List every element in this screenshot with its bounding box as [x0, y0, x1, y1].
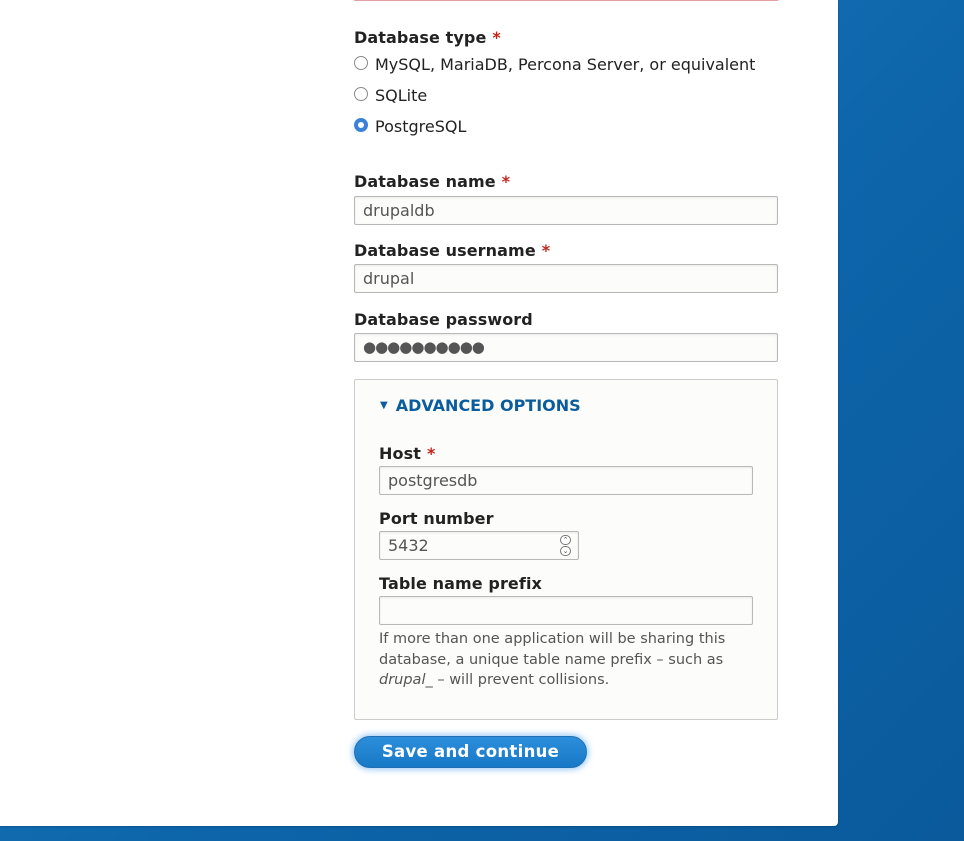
port-spinner[interactable]: ⌃ ⌄	[560, 535, 572, 557]
host-label: Host *	[379, 444, 435, 463]
spinner-up-icon[interactable]: ⌃	[560, 535, 571, 545]
radio-option-postgresql[interactable]: PostgreSQL	[354, 116, 466, 136]
port-number-input[interactable]: 5432 ⌃ ⌄	[379, 531, 579, 560]
db-username-label: Database username *	[354, 241, 550, 260]
radio-option-sqlite[interactable]: SQLite	[354, 85, 427, 105]
table-prefix-label: Table name prefix	[379, 574, 542, 593]
save-and-continue-button[interactable]: Save and continue	[354, 736, 587, 768]
table-prefix-description: If more than one application will be sha…	[379, 629, 759, 691]
db-username-label-text: Database username	[354, 241, 536, 260]
description-emphasis: drupal_	[379, 672, 433, 688]
db-name-label-text: Database name	[354, 172, 496, 191]
db-name-input[interactable]: drupaldb	[354, 196, 778, 225]
db-password-input[interactable]: ●●●●●●●●●●	[354, 333, 778, 362]
radio-mysql-label[interactable]: MySQL, MariaDB, Percona Server, or equiv…	[375, 55, 755, 74]
required-marker: *	[426, 444, 436, 463]
radio-option-mysql[interactable]: MySQL, MariaDB, Percona Server, or equiv…	[354, 54, 755, 74]
host-label-text: Host	[379, 444, 421, 463]
radio-mysql[interactable]	[354, 55, 368, 70]
radio-postgresql[interactable]	[354, 117, 368, 132]
db-type-label-text: Database type	[354, 28, 487, 47]
spinner-down-icon[interactable]: ⌄	[560, 546, 571, 556]
description-text-end: – will prevent collisions.	[432, 672, 610, 688]
db-type-label: Database type *	[354, 28, 501, 47]
required-marker: *	[492, 28, 501, 47]
table-prefix-input[interactable]	[379, 596, 753, 625]
installer-panel: Database type * MySQL, MariaDB, Percona S…	[0, 0, 838, 826]
db-name-label: Database name *	[354, 172, 510, 191]
port-label: Port number	[379, 509, 494, 528]
db-username-input[interactable]: drupal	[354, 264, 778, 293]
triangle-down-icon: ▼	[380, 400, 388, 411]
advanced-options-title[interactable]: ADVANCED OPTIONS	[396, 396, 581, 415]
radio-sqlite[interactable]	[354, 86, 368, 101]
radio-sqlite-label[interactable]: SQLite	[375, 86, 427, 105]
advanced-options-toggle[interactable]: ▼ ADVANCED OPTIONS	[380, 396, 581, 415]
port-number-value: 5432	[388, 536, 429, 555]
radio-postgresql-label[interactable]: PostgreSQL	[375, 117, 466, 136]
description-text: If more than one application will be sha…	[379, 631, 726, 668]
host-input[interactable]: postgresdb	[379, 466, 753, 495]
required-marker: *	[541, 241, 551, 260]
error-message-edge	[354, 0, 779, 1]
required-marker: *	[501, 172, 511, 191]
db-password-label: Database password	[354, 310, 533, 329]
